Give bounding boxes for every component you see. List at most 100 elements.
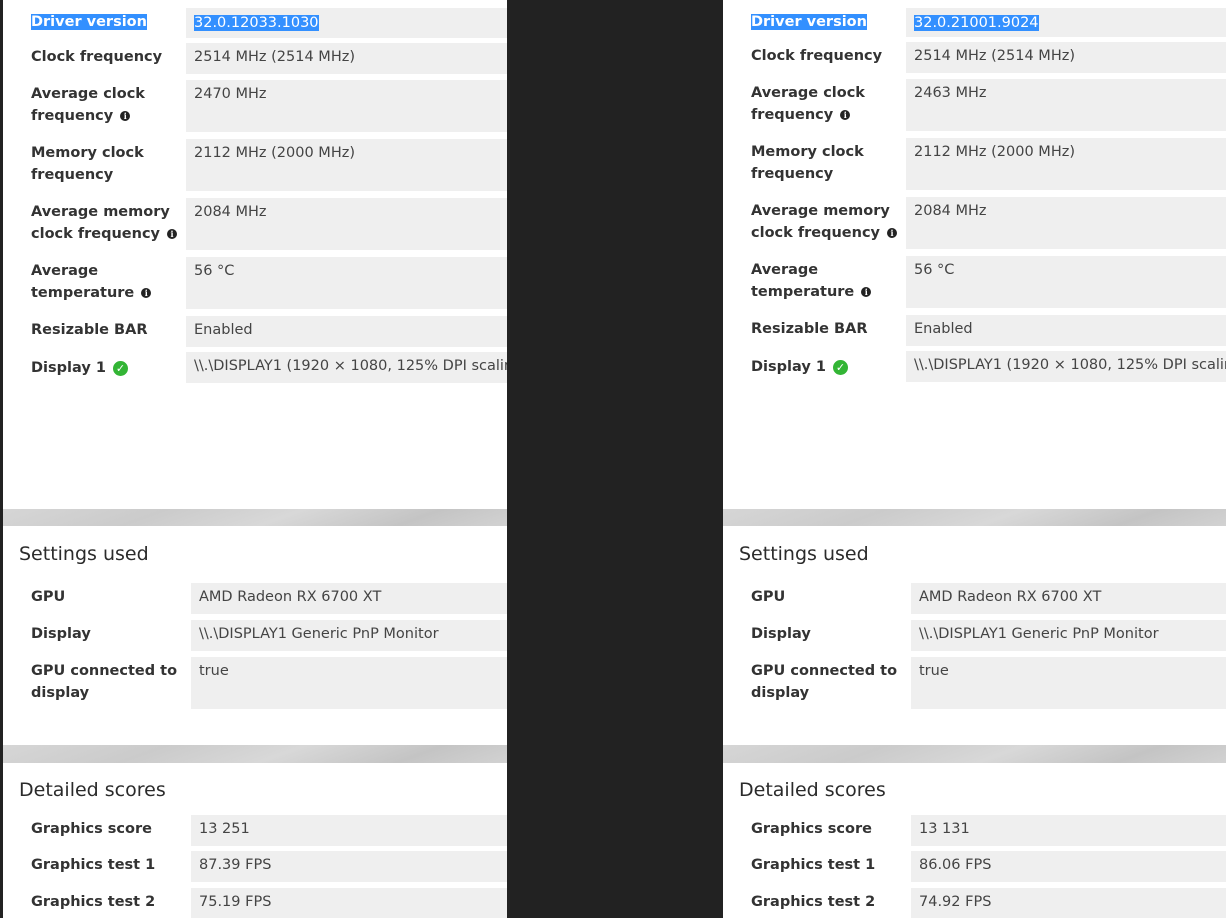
section-divider (723, 745, 1226, 763)
average-temperature-label: Average temperature i (751, 259, 901, 303)
row-memory-clock: Memory clock frequency 2112 MHz (2000 MHz… (723, 138, 1226, 190)
average-memory-clock-label: Average memory clock frequency i (31, 201, 181, 245)
display-1-value: \\.\DISPLAY1 (1920 × 1080, 125% DPI scal… (186, 352, 507, 383)
graphics-test-2-label: Graphics test 2 (31, 894, 156, 910)
resizable-bar-label: Resizable BAR (751, 321, 868, 337)
clock-frequency-label: Clock frequency (31, 49, 163, 65)
row-graphics-test-2: Graphics test 2 75.19 FPS (3, 888, 507, 918)
display-label: Display (31, 626, 91, 642)
system-info-section: Driver version 32.0.21001.9024 Clock fre… (723, 0, 1226, 509)
row-clock-frequency: Clock frequency 2514 MHz (2514 MHz) (723, 42, 1226, 73)
gpu-value: AMD Radeon RX 6700 XT (191, 583, 507, 614)
resizable-bar-value: Enabled (186, 316, 507, 347)
section-divider (3, 509, 507, 526)
average-clock-label: Average clock frequency i (31, 86, 145, 124)
row-average-clock: Average clock frequency i 2463 MHz (723, 79, 1226, 131)
settings-used-section: Settings used GPU AMD Radeon RX 6700 XT … (3, 526, 507, 745)
driver-version-value[interactable]: 32.0.12033.1030 (194, 15, 319, 31)
graphics-score-label: Graphics score (31, 821, 152, 837)
average-clock-label: Average clock frequency i (751, 85, 865, 123)
row-memory-clock: Memory clock frequency 2112 MHz (2000 MHz… (3, 139, 507, 191)
clock-frequency-value: 2514 MHz (2514 MHz) (186, 43, 507, 74)
average-memory-clock-value: 2084 MHz (186, 198, 507, 250)
row-display: Display \\.\DISPLAY1 Generic PnP Monitor (3, 620, 507, 651)
section-divider (3, 745, 507, 763)
row-driver-version: Driver version 32.0.21001.9024 (723, 4, 1226, 37)
row-resizable-bar: Resizable BAR Enabled (723, 315, 1226, 346)
average-memory-clock-value: 2084 MHz (906, 197, 1226, 249)
graphics-test-2-value: 75.19 FPS (191, 888, 507, 918)
row-graphics-score: Graphics score 13 251 (3, 815, 507, 846)
average-temperature-value: 56 °C (906, 256, 1226, 308)
row-gpu-connected: GPU connected to display true (3, 657, 507, 709)
graphics-test-1-label: Graphics test 1 (31, 857, 156, 873)
gpu-label: GPU (31, 589, 66, 605)
memory-clock-value: 2112 MHz (2000 MHz) (186, 139, 507, 191)
memory-clock-label: Memory clock frequency (31, 145, 144, 183)
display-1-value: \\.\DISPLAY1 (1920 × 1080, 125% DPI scal… (906, 351, 1226, 382)
section-divider (723, 509, 1226, 526)
row-gpu: GPU AMD Radeon RX 6700 XT (723, 583, 1226, 614)
average-memory-clock-label: Average memory clock frequency i (751, 200, 901, 244)
driver-version-value[interactable]: 32.0.21001.9024 (914, 15, 1039, 31)
display-label: Display (751, 626, 811, 642)
info-icon[interactable]: i (887, 228, 898, 238)
settings-used-section: Settings used GPU AMD Radeon RX 6700 XT … (723, 526, 1226, 745)
average-clock-value: 2463 MHz (906, 79, 1226, 131)
info-icon[interactable]: i (861, 287, 872, 297)
settings-used-heading: Settings used (739, 543, 869, 565)
row-graphics-test-1: Graphics test 1 86.06 FPS (723, 851, 1226, 882)
detailed-scores-section: Detailed scores Graphics score 13 131 Gr… (723, 763, 1226, 918)
memory-clock-value: 2112 MHz (2000 MHz) (906, 138, 1226, 190)
row-graphics-test-1: Graphics test 1 87.39 FPS (3, 851, 507, 882)
row-resizable-bar: Resizable BAR Enabled (3, 316, 507, 347)
display-value: \\.\DISPLAY1 Generic PnP Monitor (191, 620, 507, 651)
graphics-test-1-value: 86.06 FPS (911, 851, 1226, 882)
check-circle-icon: ✓ (112, 360, 128, 376)
row-gpu: GPU AMD Radeon RX 6700 XT (3, 583, 507, 614)
gpu-connected-label: GPU connected to display (31, 663, 178, 701)
row-gpu-connected: GPU connected to display true (723, 657, 1226, 709)
clock-frequency-value: 2514 MHz (2514 MHz) (906, 42, 1226, 73)
average-clock-value: 2470 MHz (186, 80, 507, 132)
detailed-scores-heading: Detailed scores (19, 779, 166, 801)
result-panel-left: Driver version 32.0.12033.1030 Clock fre… (3, 0, 507, 918)
info-icon[interactable]: i (840, 110, 851, 120)
row-clock-frequency: Clock frequency 2514 MHz (2514 MHz) (3, 43, 507, 74)
gpu-label: GPU (751, 589, 786, 605)
driver-version-label[interactable]: Driver version (31, 14, 147, 30)
graphics-test-1-label: Graphics test 1 (751, 857, 876, 873)
gpu-connected-value: true (911, 657, 1226, 709)
resizable-bar-label: Resizable BAR (31, 322, 148, 338)
system-info-section: Driver version 32.0.12033.1030 Clock fre… (3, 0, 507, 509)
driver-version-label[interactable]: Driver version (751, 14, 867, 30)
average-temperature-value: 56 °C (186, 257, 507, 309)
info-icon[interactable]: i (167, 229, 178, 239)
graphics-test-1-value: 87.39 FPS (191, 851, 507, 882)
graphics-score-value: 13 251 (191, 815, 507, 846)
gpu-connected-label: GPU connected to display (751, 663, 898, 701)
memory-clock-label: Memory clock frequency (751, 144, 864, 182)
row-graphics-score: Graphics score 13 131 (723, 815, 1226, 846)
graphics-test-2-label: Graphics test 2 (751, 894, 876, 910)
graphics-score-value: 13 131 (911, 815, 1226, 846)
resizable-bar-value: Enabled (906, 315, 1226, 346)
row-average-temperature: Average temperature i 56 °C (3, 257, 507, 309)
settings-used-heading: Settings used (19, 543, 149, 565)
check-circle-icon: ✓ (832, 359, 848, 375)
info-icon[interactable]: i (120, 111, 131, 121)
row-driver-version: Driver version 32.0.12033.1030 (3, 4, 507, 38)
row-average-memory-clock: Average memory clock frequency i 2084 MHz (3, 198, 507, 250)
display-1-label: Display 1 ✓ (31, 357, 181, 379)
row-average-temperature: Average temperature i 56 °C (723, 256, 1226, 308)
graphics-test-2-value: 74.92 FPS (911, 888, 1226, 918)
graphics-score-label: Graphics score (751, 821, 872, 837)
row-display: Display \\.\DISPLAY1 Generic PnP Monitor (723, 620, 1226, 651)
info-icon[interactable]: i (141, 288, 152, 298)
display-1-label: Display 1 ✓ (751, 356, 901, 378)
gpu-connected-value: true (191, 657, 507, 709)
row-average-memory-clock: Average memory clock frequency i 2084 MHz (723, 197, 1226, 249)
row-average-clock: Average clock frequency i 2470 MHz (3, 80, 507, 132)
average-temperature-label: Average temperature i (31, 260, 181, 304)
detailed-scores-section: Detailed scores Graphics score 13 251 Gr… (3, 763, 507, 918)
